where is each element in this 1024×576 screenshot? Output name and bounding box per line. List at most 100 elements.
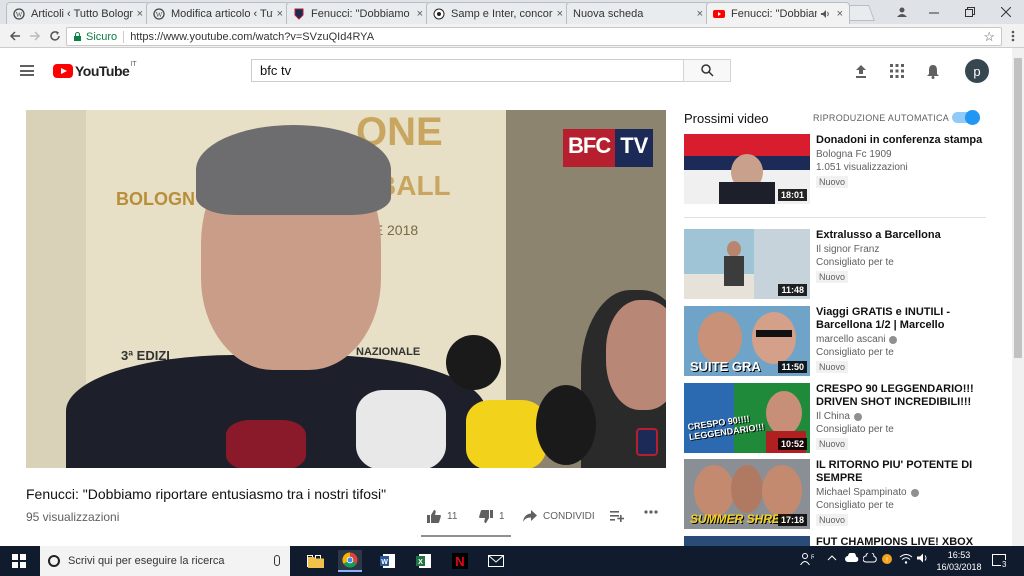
search-button[interactable] (683, 59, 731, 82)
channel-name[interactable]: Il China (816, 411, 984, 422)
account-avatar[interactable]: p (965, 59, 989, 83)
upload-icon[interactable] (853, 63, 869, 79)
microphone (536, 385, 596, 465)
add-to-playlist-button[interactable] (610, 510, 630, 522)
close-tab-icon[interactable]: × (837, 8, 843, 20)
close-tab-icon[interactable]: × (697, 8, 703, 20)
video-title[interactable]: Viaggi GRATIS e INUTILI - Barcellona 1/2… (816, 306, 984, 332)
share-button[interactable]: CONDIVIDI (523, 510, 595, 522)
minimize-icon[interactable] (916, 0, 952, 24)
search-input[interactable]: bfc tv (251, 59, 683, 82)
channel-name[interactable]: Il signor Franz (816, 244, 984, 255)
video-player[interactable]: BOLOGN ONE BALL LE 2018 3ª EDIZI NAZIONA… (26, 110, 666, 468)
video-thumbnail[interactable]: SUITE GRA 11:50 (684, 306, 810, 376)
autoplay-label: RIPRODUZIONE AUTOMATICA (813, 113, 950, 123)
people-icon[interactable]: R (800, 553, 816, 568)
video-thumbnail[interactable]: 18:01 (684, 134, 810, 204)
dislike-button[interactable]: 1 (479, 510, 505, 523)
recommended-video[interactable]: SUMMER SHRED 17:18 IL RITORNO PIU' POTEN… (684, 459, 984, 529)
channel-name[interactable]: Michael Spampinato (816, 487, 984, 498)
video-title[interactable]: Donadoni in conferenza stampa (816, 134, 984, 147)
recommended-video[interactable]: 18:01 Donadoni in conferenza stampa Bolo… (684, 134, 984, 204)
video-title[interactable]: IL RITORNO PIU' POTENTE DI SEMPRE (816, 459, 984, 485)
close-tab-icon[interactable]: × (277, 8, 283, 20)
recommended-video[interactable]: 11:48 Extralusso a Barcellona Il signor … (684, 229, 984, 299)
file-explorer-icon[interactable] (304, 550, 328, 572)
autoplay-toggle[interactable] (952, 110, 980, 125)
browser-tab[interactable]: Fenucci: "Dobbiamo rip × (286, 2, 430, 24)
page-scrollbar[interactable] (1012, 48, 1024, 546)
notification-count: 3 (1001, 560, 1008, 569)
secure-indicator[interactable]: Sicuro (73, 31, 117, 43)
chevron-up-icon[interactable] (827, 553, 837, 566)
toggle-knob[interactable] (965, 110, 980, 125)
chrome-icon[interactable] (338, 550, 362, 572)
apps-grid-icon[interactable] (889, 63, 905, 79)
more-actions-button[interactable] (644, 510, 664, 514)
close-tab-icon[interactable]: × (137, 8, 143, 20)
recommended-video[interactable]: FUT CHAMPIONS LIVE! XBOX (684, 536, 984, 546)
windows-start-icon[interactable] (12, 554, 26, 568)
cloud-icon[interactable] (845, 552, 859, 566)
profile-icon[interactable] (884, 0, 920, 24)
security-icon[interactable]: ! (881, 553, 893, 568)
thumbs-down-icon (479, 510, 493, 523)
browser-tab[interactable]: W Articoli ‹ Tutto Bologna × (6, 2, 150, 24)
address-bar[interactable]: Sicuro https://www.youtube.com/watch?v=S… (66, 27, 1002, 46)
system-clock[interactable]: 16:53 16/03/2018 (936, 549, 982, 573)
video-thumbnail[interactable]: CRESPO 90!!!! LEGGENDARIO!!! 10:52 (684, 383, 810, 453)
recommended-video[interactable]: CRESPO 90!!!! LEGGENDARIO!!! 10:52 CRESP… (684, 383, 984, 453)
verified-icon (853, 412, 862, 421)
browser-tab-active[interactable]: Fenucci: "Dobbiame × (706, 2, 850, 24)
notifications-bell-icon[interactable] (925, 63, 941, 79)
microphone-icon[interactable] (274, 555, 280, 566)
url-text[interactable]: https://www.youtube.com/watch?v=SVzuQId4… (130, 31, 374, 43)
lock-icon (74, 32, 81, 41)
up-next-title: Prossimi video (684, 111, 769, 126)
youtube-logo[interactable]: YouTube IT (53, 61, 137, 79)
video-thumbnail[interactable] (684, 536, 810, 546)
mail-icon[interactable] (484, 550, 508, 572)
back-icon[interactable] (6, 27, 24, 45)
word-icon[interactable]: W (376, 550, 400, 572)
restore-icon[interactable] (952, 0, 988, 24)
more-menu-icon[interactable] (1004, 27, 1022, 45)
hamburger-menu-icon[interactable] (20, 65, 34, 76)
netflix-icon[interactable]: N (448, 550, 472, 572)
close-tab-icon[interactable]: × (417, 8, 423, 20)
wordpress-icon: W (13, 7, 25, 20)
browser-tab[interactable]: Samp e Inter, concorre × (426, 2, 570, 24)
video-duration: 11:48 (778, 284, 807, 296)
excel-icon[interactable]: X (412, 550, 436, 572)
video-title[interactable]: Extralusso a Barcellona (816, 229, 984, 242)
channel-name[interactable]: marcello ascani (816, 334, 984, 345)
browser-tab[interactable]: W Modifica articolo ‹ Tutto × (146, 2, 290, 24)
speaker-icon[interactable] (819, 8, 831, 20)
video-title[interactable]: CRESPO 90 LEGGENDARIO!!! DRIVEN SHOT INC… (816, 383, 984, 409)
microphone (446, 335, 501, 390)
close-tab-icon[interactable]: × (557, 8, 563, 20)
video-thumbnail[interactable]: 11:48 (684, 229, 810, 299)
bookmark-star-icon[interactable]: ☆ (983, 29, 995, 45)
youtube-masthead: YouTube IT bfc tv p (0, 48, 1012, 94)
microphone (356, 390, 446, 468)
reload-icon[interactable] (46, 27, 64, 45)
close-window-icon[interactable] (988, 0, 1024, 24)
video-meta: CRESPO 90 LEGGENDARIO!!! DRIVEN SHOT INC… (816, 383, 984, 450)
clock-date: 16/03/2018 (936, 562, 982, 572)
video-title[interactable]: FUT CHAMPIONS LIVE! XBOX (816, 536, 984, 546)
taskbar-search-box[interactable]: Scrivi qui per eseguire la ricerca (40, 546, 290, 576)
volume-icon[interactable] (917, 553, 929, 566)
recommended-video[interactable]: SUITE GRA 11:50 Viaggi GRATIS e INUTILI … (684, 306, 984, 376)
like-button[interactable]: 11 (427, 510, 457, 523)
browser-tab[interactable]: Nuova scheda × (566, 2, 710, 24)
onedrive-icon[interactable] (862, 551, 877, 566)
windows-taskbar: Scrivi qui per eseguire la ricerca W X N… (0, 546, 1024, 576)
channel-name[interactable]: Bologna Fc 1909 (816, 149, 984, 160)
video-thumbnail[interactable]: SUMMER SHRED 17:18 (684, 459, 810, 529)
scrollbar-thumb[interactable] (1014, 58, 1022, 358)
view-count: 95 visualizzazioni (26, 510, 120, 524)
forward-icon[interactable] (26, 27, 44, 45)
channel-label: Il China (816, 411, 850, 422)
wifi-icon[interactable] (899, 553, 913, 567)
